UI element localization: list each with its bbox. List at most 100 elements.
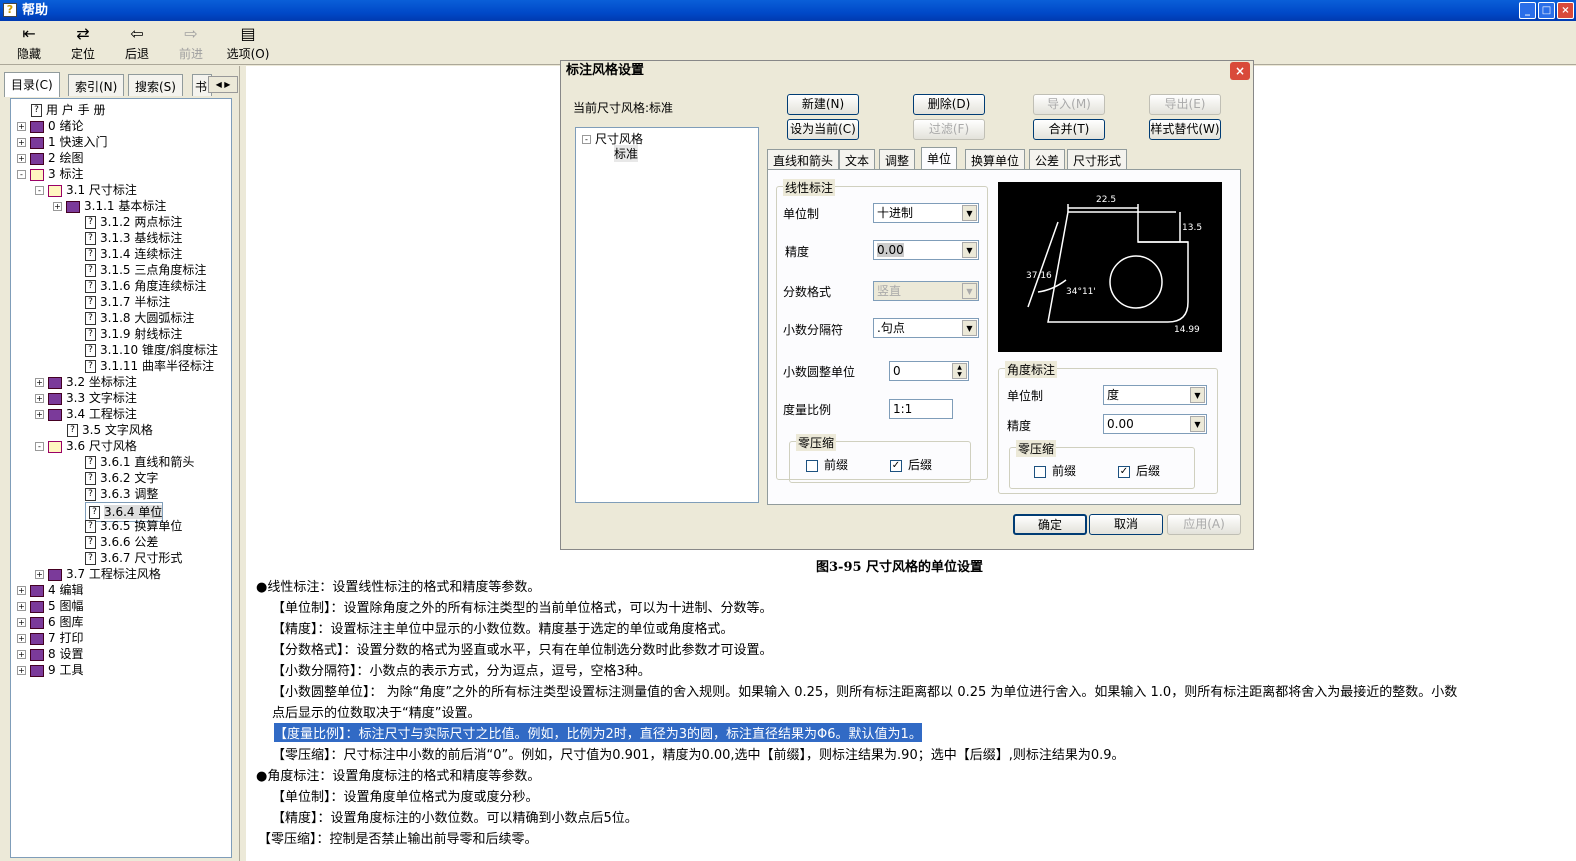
tree-item[interactable]: +6 图库 xyxy=(17,614,83,630)
expand-icon[interactable]: + xyxy=(17,586,26,595)
locate-button[interactable]: ⇄ 定位 xyxy=(58,25,108,62)
tree-item[interactable]: +4 编辑 xyxy=(17,582,83,598)
delete-button[interactable]: 删除(D) xyxy=(913,94,985,115)
tab-text[interactable]: 文本 xyxy=(839,149,876,169)
tree-item[interactable]: ? 3.5 文字风格 xyxy=(67,422,153,438)
tab-search[interactable]: 搜索(S) xyxy=(128,74,183,96)
precision-select[interactable]: 0.00 ▼ xyxy=(873,240,979,260)
angular-unit-select[interactable]: 度 ▼ xyxy=(1103,385,1207,405)
tree-item[interactable]: ? 3.1.9 射线标注 xyxy=(85,326,182,342)
collapse-icon[interactable]: - xyxy=(35,442,44,451)
tree-item[interactable]: - 3.1 尺寸标注 xyxy=(35,182,137,198)
tree-item[interactable]: +2 绘图 xyxy=(17,150,83,166)
expand-icon[interactable]: + xyxy=(35,410,44,419)
tree-item[interactable]: +3.7 工程标注风格 xyxy=(35,566,161,582)
export-button[interactable]: 导出(E) xyxy=(1149,94,1221,115)
angular-trailing-checkbox[interactable]: ✓ 后缀 xyxy=(1118,462,1160,479)
tab-tolerance[interactable]: 公差 xyxy=(1029,149,1066,169)
dialog-close-button[interactable]: × xyxy=(1230,62,1250,80)
tree-item[interactable]: - 3.6 尺寸风格 xyxy=(35,438,137,454)
expand-icon[interactable]: + xyxy=(53,202,62,211)
tree-item[interactable]: +9 工具 xyxy=(17,662,83,678)
tree-item[interactable]: ? 3.6.1 直线和箭头 xyxy=(85,454,194,470)
cancel-button[interactable]: 取消 xyxy=(1089,514,1163,535)
tab-fit[interactable]: 调整 xyxy=(879,149,916,169)
merge-button[interactable]: 合并(T) xyxy=(1033,119,1105,140)
tree-item[interactable]: ? 3.6.2 文字 xyxy=(85,470,158,486)
style-tree-child[interactable]: 标准 xyxy=(614,145,639,162)
tree-item[interactable]: ? 用 户 手 册 xyxy=(31,102,105,118)
expand-icon[interactable]: + xyxy=(17,618,26,627)
set-current-button[interactable]: 设为当前(C) xyxy=(787,119,859,140)
override-button[interactable]: 样式替代(W) xyxy=(1149,119,1221,140)
expand-icon[interactable]: + xyxy=(17,650,26,659)
preview-panel: 22.5 13.5 37.16 34°11' 14.99 xyxy=(998,182,1222,352)
spinner-arrows-icon[interactable]: ▲ ▼ xyxy=(952,363,967,379)
unit-select[interactable]: 十进制 ▼ xyxy=(873,203,979,223)
tree-item[interactable]: ? 3.6.5 换算单位 xyxy=(85,518,182,534)
tree-item[interactable]: ? 3.1.3 基线标注 xyxy=(85,230,182,246)
tree-item[interactable]: +3.3 文字标注 xyxy=(35,390,137,406)
tree-item[interactable]: ? 3.1.10 锥度/斜度标注 xyxy=(85,342,218,358)
tab-lines-arrows[interactable]: 直线和箭头 xyxy=(767,149,840,169)
ok-button[interactable]: 确定 xyxy=(1013,514,1087,535)
expand-icon[interactable]: + xyxy=(35,378,44,387)
maximize-button[interactable]: □ xyxy=(1538,2,1555,19)
tree-item[interactable]: ? 3.1.4 连续标注 xyxy=(85,246,182,262)
collapse-icon[interactable]: - xyxy=(17,170,26,179)
expand-icon[interactable]: + xyxy=(17,634,26,643)
tree-item[interactable]: ? 3.1.8 大圆弧标注 xyxy=(85,310,194,326)
filter-button[interactable]: 过滤(F) xyxy=(913,119,985,140)
tab-scroll-arrows[interactable]: ◀ ▶ xyxy=(208,76,238,93)
tree-item[interactable]: +7 打印 xyxy=(17,630,83,646)
expand-icon[interactable]: + xyxy=(17,666,26,675)
expand-icon[interactable]: + xyxy=(35,394,44,403)
linear-leading-checkbox[interactable]: 前缀 xyxy=(806,456,848,473)
close-button[interactable]: × xyxy=(1557,2,1574,19)
new-button[interactable]: 新建(N) xyxy=(787,94,859,115)
hide-button[interactable]: ⇤ 隐藏 xyxy=(4,25,54,62)
linear-trailing-checkbox[interactable]: ✓ 后缀 xyxy=(890,456,932,473)
tree-item[interactable]: +0 绪论 xyxy=(17,118,83,134)
tree-item[interactable]: ? 3.6.6 公差 xyxy=(85,534,158,550)
expand-icon[interactable]: + xyxy=(17,154,26,163)
tree-item[interactable]: ? 3.6.3 调整 xyxy=(85,486,158,502)
tab-contents[interactable]: 目录(C) xyxy=(4,72,60,97)
round-spinner[interactable]: 0 ▲ ▼ xyxy=(889,361,969,381)
back-button[interactable]: ⇦ 后退 xyxy=(112,25,162,62)
tree-item[interactable]: - 3 标注 xyxy=(17,166,83,182)
forward-button[interactable]: ⇨ 前进 xyxy=(166,25,216,62)
tab-dim-form[interactable]: 尺寸形式 xyxy=(1067,149,1128,169)
options-button[interactable]: ▤ 选项(O) xyxy=(220,25,276,62)
tree-item[interactable]: ? 3.1.7 半标注 xyxy=(85,294,170,310)
collapse-icon[interactable]: - xyxy=(35,186,44,195)
expand-icon[interactable]: + xyxy=(17,122,26,131)
expand-icon[interactable]: + xyxy=(17,138,26,147)
angular-leading-checkbox[interactable]: 前缀 xyxy=(1034,462,1076,479)
tree-item[interactable]: +5 图幅 xyxy=(17,598,83,614)
tree-item[interactable]: +3.1.1 基本标注 xyxy=(53,198,166,214)
tab-units[interactable]: 单位 xyxy=(921,147,958,169)
minimize-button[interactable]: _ xyxy=(1519,2,1536,19)
linear-group: 线性标注 单位制 十进制 ▼ 精度 0.00 ▼ 分数格式 竖直 ▼ 小数分隔符 .句… xyxy=(776,179,988,483)
dialog-title: 标注风格设置 xyxy=(561,61,1253,81)
scale-input[interactable]: 1:1 xyxy=(889,399,953,419)
tree-item[interactable]: +3.4 工程标注 xyxy=(35,406,137,422)
tree-item[interactable]: ? 3.1.5 三点角度标注 xyxy=(85,262,206,278)
import-button[interactable]: 导入(M) xyxy=(1033,94,1105,115)
tree-item[interactable]: +1 快速入门 xyxy=(17,134,107,150)
tree-item[interactable]: ? 3.1.11 曲率半径标注 xyxy=(85,358,214,374)
angular-precision-select[interactable]: 0.00 ▼ xyxy=(1103,414,1207,434)
decimal-sep-select[interactable]: .句点 ▼ xyxy=(873,318,979,338)
tab-index[interactable]: 索引(N) xyxy=(68,74,125,96)
tree-item[interactable]: +3.2 坐标标注 xyxy=(35,374,137,390)
expand-icon[interactable]: + xyxy=(35,570,44,579)
tree-item[interactable]: +8 设置 xyxy=(17,646,83,662)
tree-item[interactable]: ? 3.6.7 尺寸形式 xyxy=(85,550,182,566)
fraction-select[interactable]: 竖直 ▼ xyxy=(873,281,979,301)
tree-item[interactable]: ? 3.1.6 角度连续标注 xyxy=(85,278,206,294)
tab-alt-units[interactable]: 换算单位 xyxy=(965,149,1026,169)
expand-icon[interactable]: + xyxy=(17,602,26,611)
apply-button[interactable]: 应用(A) xyxy=(1167,514,1241,535)
tree-item[interactable]: ? 3.1.2 两点标注 xyxy=(85,214,182,230)
